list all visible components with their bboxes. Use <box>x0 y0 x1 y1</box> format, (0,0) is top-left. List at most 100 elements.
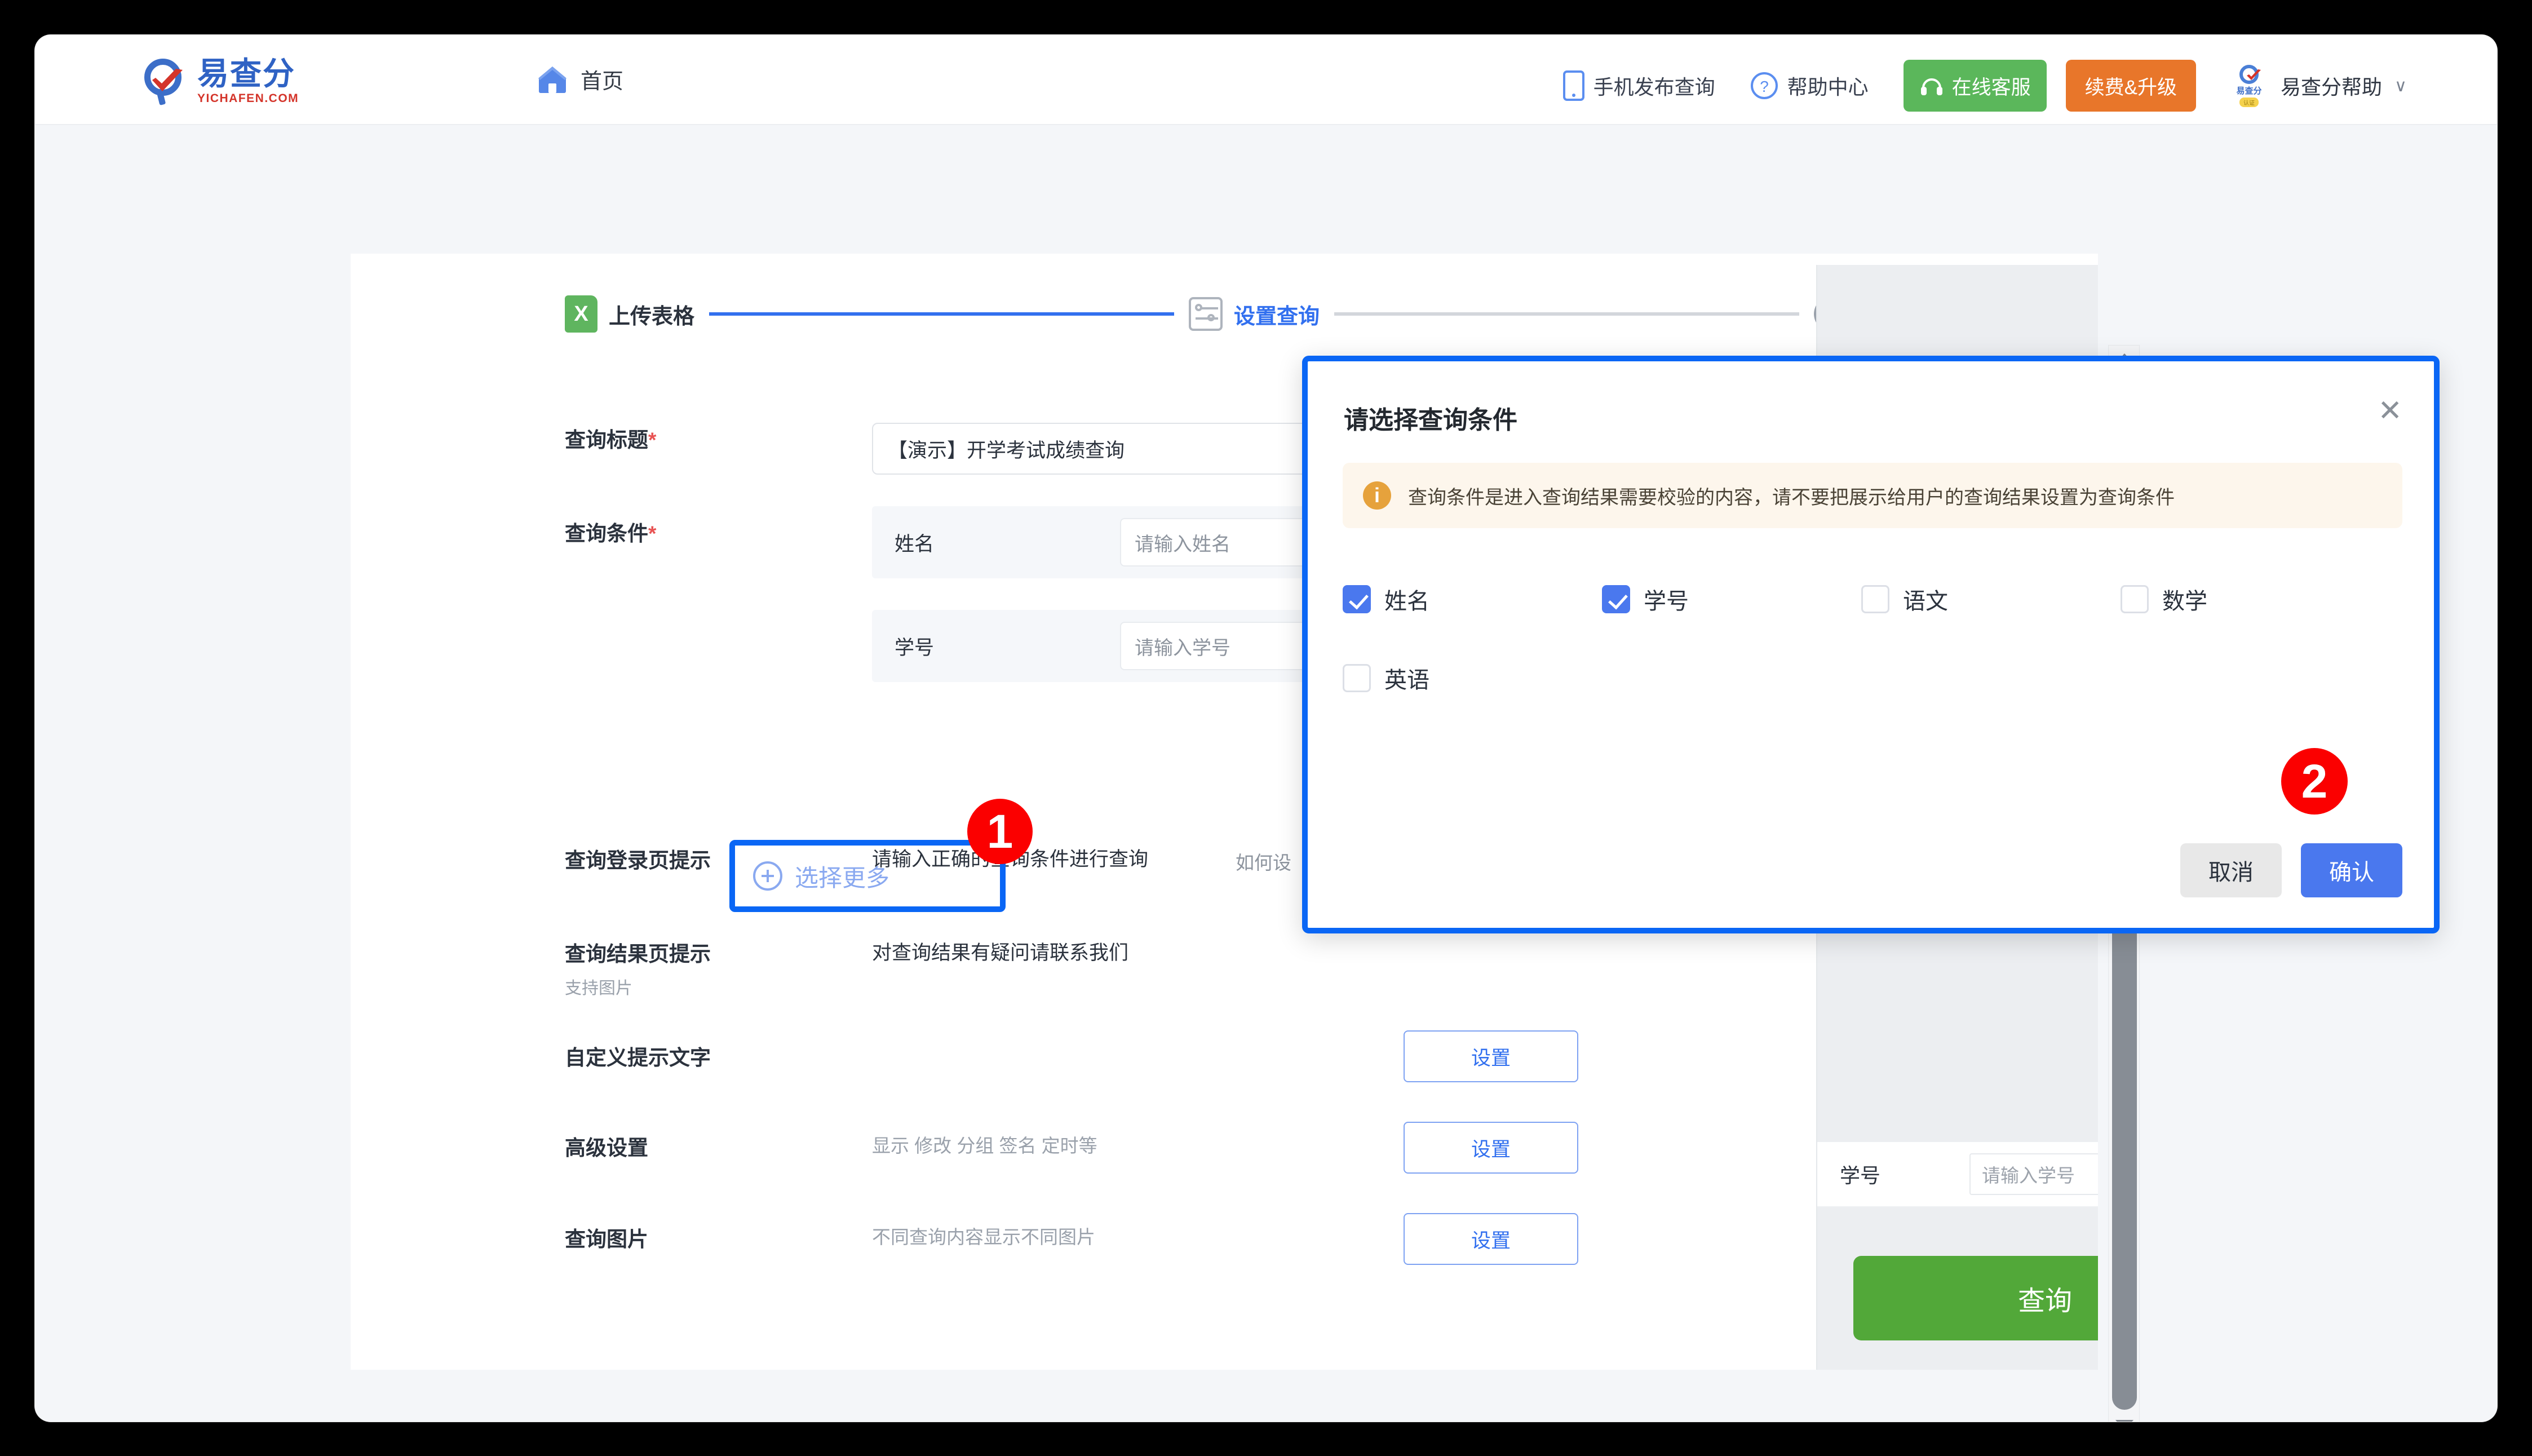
custom-text-setting-label: 设置 <box>1471 1047 1511 1069</box>
checkbox-indicator-studentid[interactable] <box>1602 585 1630 613</box>
advanced-setting-button[interactable]: 设置 <box>1404 1122 1578 1174</box>
checkbox-indicator-math[interactable] <box>2121 585 2149 613</box>
option-checkbox-studentid[interactable]: 学号 <box>1602 560 1861 639</box>
option-label-math: 数学 <box>2162 589 2207 614</box>
custom-text-setting-button[interactable]: 设置 <box>1404 1030 1578 1082</box>
form-value-query-image: 不同查询内容显示不同图片 <box>872 1227 1095 1247</box>
cancel-button[interactable]: 取消 <box>2180 843 2282 897</box>
publish-stepper: X 上传表格 设置查询 完成发布 <box>565 289 1946 339</box>
step-upload-table[interactable]: X 上传表格 <box>565 295 694 333</box>
settings-list-icon <box>1189 297 1223 331</box>
option-label-chinese: 语文 <box>1903 589 1948 614</box>
form-label-result-tip-sub: 支持图片 <box>565 979 632 998</box>
header-item-mobile-publish-label: 手机发布查询 <box>1593 76 1715 99</box>
form-value-result-tip: 对查询结果有疑问请联系我们 <box>872 942 1129 964</box>
option-label-english: 英语 <box>1384 668 1429 693</box>
checkbox-indicator-english[interactable] <box>1343 664 1371 692</box>
form-label-query-conditions-text: 查询条件 <box>565 522 648 545</box>
preview-query-button-label: 查询 <box>2017 1286 2072 1316</box>
modal-footer: 取消 确认 <box>2180 843 2402 897</box>
select-more-button[interactable]: 选择更多 <box>741 851 994 901</box>
renew-upgrade-label: 续费&升级 <box>2084 76 2177 99</box>
select-query-conditions-modal: 请选择查询条件 ✕ i 查询条件是进入查询结果需要校验的内容，请不要把展示给用户… <box>1302 356 2440 933</box>
option-checkbox-chinese[interactable]: 语文 <box>1861 560 2121 639</box>
form-label-custom-text: 自定义提示文字 <box>565 1046 711 1069</box>
form-label-result-tip: 查询结果页提示 支持图片 <box>565 937 858 999</box>
preview-query-button[interactable]: 查询 <box>1853 1256 2098 1340</box>
header-actions: 手机发布查询 ? 帮助中心 在线客服 续费&升级 易查分 认证 易查分帮助 ∨ <box>1562 60 2407 112</box>
online-service-button[interactable]: 在线客服 <box>1903 60 2047 112</box>
app-window: 易查分 YICHAFEN.COM 首页 手机发布查询 ? 帮助中心 在线客服 续… <box>35 35 2497 1422</box>
renew-upgrade-button[interactable]: 续费&升级 <box>2065 60 2197 112</box>
excel-upload-icon: X <box>565 295 597 333</box>
avatar-check-icon <box>2247 69 2261 80</box>
checkbox-indicator-name[interactable] <box>1343 585 1371 613</box>
chevron-down-icon: ∨ <box>2394 76 2407 95</box>
condition-studentid-placeholder: 请输入学号 <box>1135 637 1230 659</box>
option-checkbox-math[interactable]: 数学 <box>2121 560 2380 639</box>
option-checkbox-english[interactable]: 英语 <box>1343 639 1602 718</box>
info-icon: i <box>1363 481 1391 510</box>
cancel-button-label: 取消 <box>2208 860 2254 885</box>
form-label-query-title-text: 查询标题 <box>565 428 648 452</box>
step-connector-2 <box>1334 312 1799 316</box>
step-set-query[interactable]: 设置查询 <box>1189 297 1320 331</box>
question-circle-icon: ? <box>1750 72 1778 99</box>
step-connector-1 <box>709 312 1174 316</box>
query-image-setting-label: 设置 <box>1471 1229 1511 1252</box>
plus-circle-icon <box>753 861 782 891</box>
nav-item-home-label: 首页 <box>581 69 624 94</box>
form-label-query-image: 查询图片 <box>565 1228 648 1251</box>
step-set-query-label: 设置查询 <box>1234 304 1320 329</box>
select-more-label: 选择更多 <box>795 864 890 891</box>
query-image-setting-button[interactable]: 设置 <box>1404 1213 1578 1265</box>
form-label-query-title: 查询标题* <box>565 423 858 453</box>
user-menu[interactable]: 易查分 认证 易查分帮助 ∨ <box>2228 64 2407 108</box>
preview-form: 学号 请输入学号 <box>1817 1142 2098 1207</box>
form-label-advanced: 高级设置 <box>565 1136 648 1160</box>
header-item-help-center[interactable]: ? 帮助中心 <box>1750 71 1869 100</box>
nav-item-home[interactable]: 首页 <box>537 63 623 95</box>
top-header-bar: 易查分 YICHAFEN.COM 首页 手机发布查询 ? 帮助中心 在线客服 续… <box>35 35 2497 125</box>
option-label-name: 姓名 <box>1384 589 1429 614</box>
condition-options-grid: 姓名 学号 语文 数学 英语 <box>1343 560 2402 718</box>
step-badge-1: 1 <box>967 799 1033 864</box>
header-item-help-center-label: 帮助中心 <box>1787 76 1869 99</box>
scroll-down-arrow-icon[interactable] <box>2109 1412 2140 1422</box>
option-checkbox-name[interactable]: 姓名 <box>1343 560 1602 639</box>
avatar: 易查分 认证 <box>2228 64 2270 108</box>
check-mark-icon <box>152 69 183 91</box>
confirm-button[interactable]: 确认 <box>2301 843 2402 897</box>
condition-name-placeholder: 请输入姓名 <box>1135 533 1230 555</box>
howto-link-truncated[interactable]: 如何设 <box>1236 848 1291 875</box>
required-asterisk-2: * <box>648 522 657 545</box>
headset-icon <box>1920 78 1942 95</box>
home-icon <box>538 67 566 93</box>
modal-title: 请选择查询条件 <box>1344 406 1517 434</box>
avatar-name: 易查分 <box>2236 86 2262 96</box>
form-value-advanced: 显示 修改 分组 签名 定时等 <box>872 1135 1097 1156</box>
logo-text-cn: 易查分 <box>197 56 295 91</box>
header-item-mobile-publish[interactable]: 手机发布查询 <box>1562 70 1715 101</box>
option-label-studentid: 学号 <box>1644 589 1689 614</box>
yichafen-logo-icon <box>141 56 189 106</box>
checkbox-indicator-chinese[interactable] <box>1861 585 1889 613</box>
online-service-label: 在线客服 <box>1951 76 2031 99</box>
modal-info-banner: i 查询条件是进入查询结果需要校验的内容，请不要把展示给用户的查询结果设置为查询… <box>1343 463 2402 528</box>
confirm-button-label: 确认 <box>2329 860 2374 885</box>
step-badge-2: 2 <box>2281 748 2348 815</box>
preview-field-studentid: 学号 请输入学号 <box>1817 1142 2098 1207</box>
mobile-phone-icon <box>1562 70 1584 101</box>
avatar-verified-badge: 认证 <box>2239 97 2259 107</box>
site-logo[interactable]: 易查分 YICHAFEN.COM <box>141 56 299 106</box>
condition-studentid-label: 学号 <box>895 636 935 659</box>
user-name-label: 易查分帮助 <box>2281 76 2383 99</box>
preview-field-studentid-input[interactable]: 请输入学号 <box>1969 1153 2098 1195</box>
advanced-setting-label: 设置 <box>1471 1138 1511 1161</box>
step-upload-table-label: 上传表格 <box>609 304 695 329</box>
modal-info-banner-text: 查询条件是进入查询结果需要校验的内容，请不要把展示给用户的查询结果设置为查询条件 <box>1408 486 2175 508</box>
condition-name-label: 姓名 <box>895 533 935 555</box>
close-icon[interactable]: ✕ <box>2378 396 2402 426</box>
preview-field-studentid-placeholder: 请输入学号 <box>1982 1165 2075 1186</box>
form-label-query-conditions: 查询条件* <box>565 516 858 547</box>
